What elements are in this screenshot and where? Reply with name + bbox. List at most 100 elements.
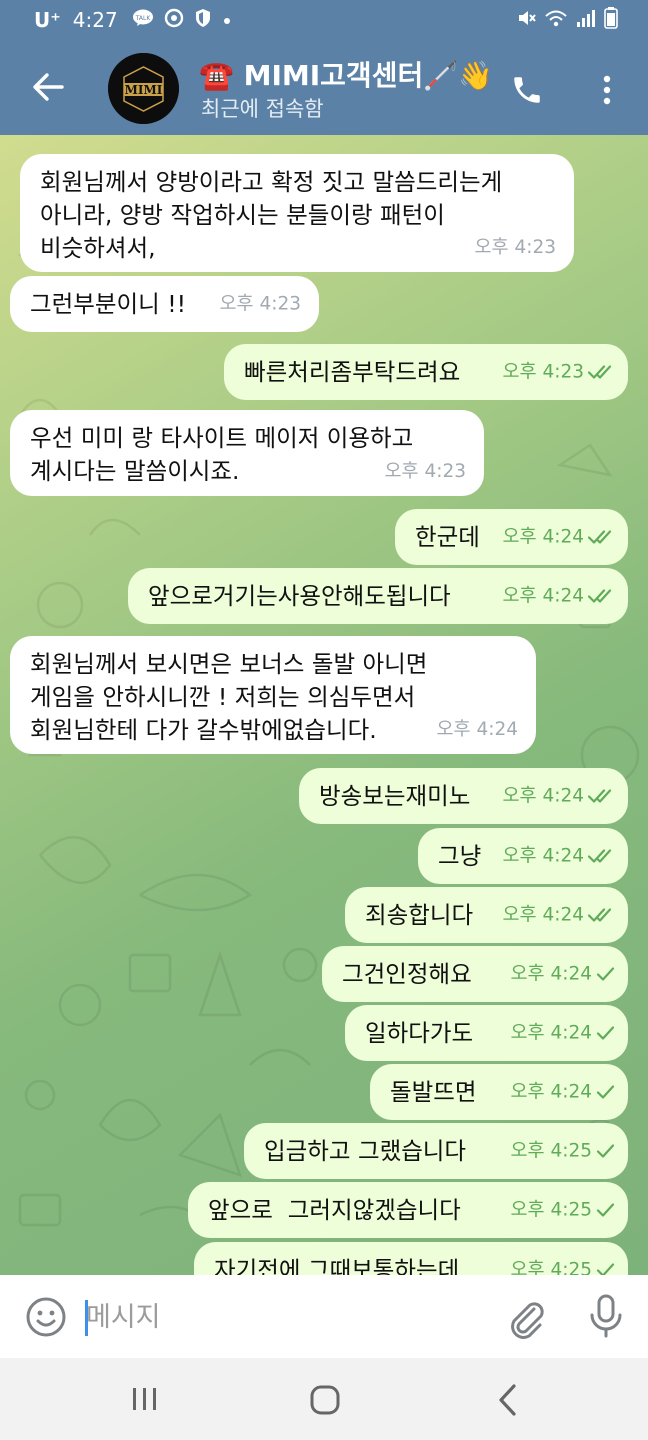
message-meta: 오후 4:23 <box>503 356 616 389</box>
chat-status: 최근에 접속함 <box>201 97 324 121</box>
message-meta: 오후 4:24 <box>503 521 616 554</box>
outgoing-message[interactable]: 그건인정해요 오후 4:24 <box>322 946 628 1002</box>
message-meta: 오후 4:23 <box>385 455 466 488</box>
message-meta: 오후 4:25 <box>511 1194 616 1227</box>
wifi-icon <box>544 8 568 33</box>
phone-icon <box>514 77 540 103</box>
message-meta: 오후 4:24 <box>503 840 616 873</box>
incoming-message[interactable]: 회원님께서 보시면은 보너스 돌발 아니면 게임을 안하시니깐 ! 저희는 의심… <box>10 636 536 754</box>
signal-icon <box>576 9 596 32</box>
message-time: 오후 4:24 <box>502 526 584 548</box>
single-check-icon <box>592 1023 616 1044</box>
home-icon <box>310 1385 340 1415</box>
outgoing-message[interactable]: 자기전에 그때보통하는데 오후 4:25 <box>194 1242 628 1275</box>
message-time: 오후 4:24 <box>510 1081 592 1103</box>
chat-messages[interactable]: 회원님께서 양방이라고 확정 짓고 말씀드리는게 아니라, 양방 작업하시는 분… <box>0 135 648 1275</box>
message-time: 오후 4:23 <box>502 361 584 383</box>
outgoing-message[interactable]: 빠른처리좀부탁드려요 오후 4:23 <box>224 344 628 400</box>
paperclip-icon <box>511 1302 544 1339</box>
message-time: 오후 4:24 <box>502 585 584 607</box>
message-meta: 오후 4:24 <box>437 713 518 746</box>
status-bar: U⁺ 4:27 TALK <box>0 0 648 40</box>
microphone-icon <box>590 1294 622 1338</box>
message-time: 오후 4:25 <box>510 1140 592 1162</box>
double-check-icon <box>584 846 616 867</box>
message-input[interactable] <box>86 1295 466 1339</box>
attach-button[interactable] <box>504 1295 548 1339</box>
message-meta: 오후 4:24 <box>511 1017 616 1050</box>
incoming-message[interactable]: 우선 미미 랑 타사이트 메이저 이용하고 계시다는 말씀이시죠. 오후 4:23 <box>10 410 484 496</box>
emoji-icon <box>26 1297 66 1337</box>
outgoing-message[interactable]: 죄송합니다 오후 4:24 <box>345 887 628 943</box>
svg-text:TALK: TALK <box>134 15 151 22</box>
recent-apps-button[interactable] <box>126 1380 164 1418</box>
message-time: 오후 4:25 <box>510 1199 592 1221</box>
message-meta: 오후 4:23 <box>220 288 301 321</box>
home-button[interactable] <box>305 1380 345 1420</box>
message-meta: 오후 4:24 <box>503 580 616 613</box>
chevron-left-icon <box>499 1384 516 1416</box>
message-time: 오후 4:25 <box>510 1259 592 1276</box>
double-check-icon <box>584 527 616 548</box>
double-check-icon <box>584 586 616 607</box>
mimi-logo-icon: MIMI <box>108 53 179 124</box>
system-back-button[interactable] <box>490 1380 526 1420</box>
message-time: 오후 4:24 <box>502 785 584 807</box>
shield-icon <box>194 8 212 33</box>
double-check-icon <box>584 362 616 383</box>
outgoing-message[interactable]: 일하다가도 오후 4:24 <box>345 1005 628 1061</box>
outgoing-message[interactable]: 앞으로 그러지않겠습니다 오후 4:25 <box>188 1182 628 1238</box>
single-check-icon <box>592 1141 616 1162</box>
outgoing-message[interactable]: 방송보는재미노 오후 4:24 <box>299 768 628 824</box>
incoming-message[interactable]: 그런부분이니 !! 오후 4:23 <box>10 276 319 332</box>
call-button[interactable] <box>505 68 549 112</box>
dot-icon <box>222 10 232 31</box>
recents-icon <box>133 1388 156 1410</box>
message-meta: 오후 4:25 <box>511 1135 616 1168</box>
message-time: 오후 4:24 <box>510 963 592 985</box>
incoming-message[interactable]: 회원님께서 양방이라고 확정 짓고 말씀드리는게 아니라, 양방 작업하시는 분… <box>20 154 574 272</box>
message-time: 오후 4:23 <box>384 461 466 482</box>
outgoing-message[interactable]: 그냥 오후 4:24 <box>418 828 628 884</box>
back-button[interactable] <box>26 62 70 112</box>
message-meta: 오후 4:23 <box>475 231 556 264</box>
message-meta: 오후 4:24 <box>503 899 616 932</box>
message-meta: 오후 4:25 <box>510 1254 616 1276</box>
svg-text:MIMI: MIMI <box>125 83 163 97</box>
mute-icon <box>516 8 536 33</box>
outgoing-message[interactable]: 돌발뜨면 오후 4:24 <box>370 1064 628 1120</box>
single-check-icon <box>592 1260 616 1275</box>
message-time: 오후 4:24 <box>502 904 584 926</box>
status-time: 4:27 <box>72 8 118 32</box>
carrier-label: U⁺ <box>34 8 61 32</box>
emoji-button[interactable] <box>24 1295 68 1339</box>
system-nav-bar <box>0 1358 648 1440</box>
battery-icon <box>604 6 618 34</box>
double-check-icon <box>584 786 616 807</box>
talk-notification-icon: TALK <box>132 9 154 32</box>
message-time: 오후 4:23 <box>219 293 301 315</box>
message-meta: 오후 4:24 <box>511 1076 616 1109</box>
arrow-left-icon <box>33 73 64 101</box>
message-meta: 오후 4:24 <box>503 780 616 813</box>
chat-title: ☎️ MIMI고객센터🦯👋 <box>199 59 493 92</box>
outgoing-message[interactable]: 앞으로거기는사용안해도됩니다 오후 4:24 <box>128 568 628 624</box>
message-time: 오후 4:24 <box>510 1022 592 1044</box>
message-time: 오후 4:24 <box>502 845 584 867</box>
more-vertical-icon <box>603 75 611 105</box>
single-check-icon <box>592 964 616 985</box>
message-meta: 오후 4:24 <box>511 958 616 991</box>
more-options-button[interactable] <box>590 68 624 112</box>
single-check-icon <box>592 1200 616 1221</box>
outgoing-message[interactable]: 입금하고 그랬습니다 오후 4:25 <box>244 1123 628 1179</box>
double-check-icon <box>584 905 616 926</box>
outgoing-message[interactable]: 한군데 오후 4:24 <box>395 509 628 565</box>
sync-icon <box>164 8 184 33</box>
avatar[interactable]: MIMI <box>108 53 179 124</box>
message-time: 오후 4:23 <box>474 237 556 258</box>
message-input-bar <box>0 1275 648 1358</box>
microphone-button[interactable] <box>586 1293 626 1339</box>
single-check-icon <box>592 1082 616 1103</box>
chat-header: MIMI ☎️ MIMI고객센터🦯👋 최근에 접속함 <box>0 40 648 135</box>
message-time: 오후 4:24 <box>436 719 518 740</box>
